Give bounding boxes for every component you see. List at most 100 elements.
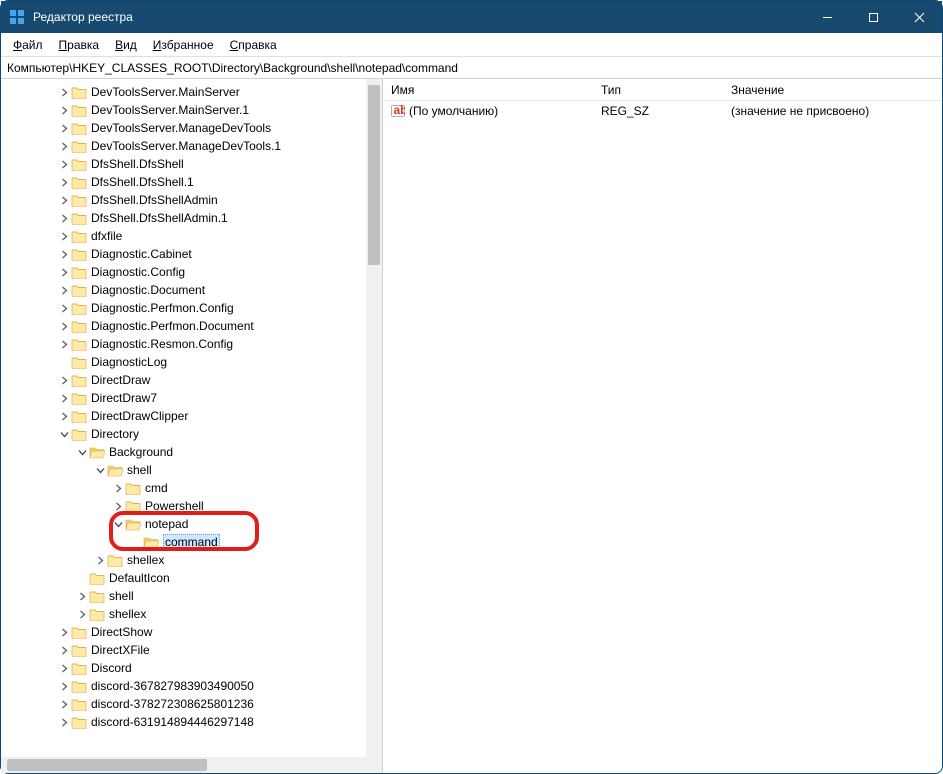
- tree-item[interactable]: Diagnostic.Perfmon.Document: [1, 317, 382, 335]
- menu-favorites[interactable]: Избранное: [145, 35, 222, 55]
- chevron-down-icon[interactable]: [111, 517, 125, 531]
- tree-item[interactable]: discord-367827983903490050: [1, 677, 382, 695]
- chevron-right-icon[interactable]: [57, 679, 71, 693]
- menu-file[interactable]: Файл: [5, 35, 51, 55]
- tree-item[interactable]: Diagnostic.Resmon.Config: [1, 335, 382, 353]
- tree-item[interactable]: notepad: [1, 515, 382, 533]
- tree-item[interactable]: DevToolsServer.MainServer.1: [1, 101, 382, 119]
- tree-scrollbar-horizontal[interactable]: [1, 757, 382, 773]
- tree-item[interactable]: Diagnostic.Config: [1, 263, 382, 281]
- tree-item[interactable]: Directory: [1, 425, 382, 443]
- folder-icon: [71, 229, 87, 243]
- chevron-right-icon[interactable]: [57, 391, 71, 405]
- chevron-right-icon[interactable]: [57, 319, 71, 333]
- tree-view[interactable]: DevToolsServer.MainServerDevToolsServer.…: [1, 79, 382, 757]
- menu-edit[interactable]: Правка: [51, 35, 108, 55]
- chevron-right-icon[interactable]: [93, 553, 107, 567]
- chevron-right-icon[interactable]: [57, 121, 71, 135]
- chevron-right-icon[interactable]: [57, 175, 71, 189]
- tree-item[interactable]: DfsShell.DfsShellAdmin.1: [1, 209, 382, 227]
- folder-icon: [71, 355, 87, 369]
- tree-item[interactable]: DfsShell.DfsShell.1: [1, 173, 382, 191]
- tree-item[interactable]: Powershell: [1, 497, 382, 515]
- chevron-right-icon[interactable]: [57, 625, 71, 639]
- chevron-right-icon[interactable]: [57, 139, 71, 153]
- list-body[interactable]: (По умолчанию)REG_SZ(значение не присвое…: [383, 101, 942, 121]
- chevron-right-icon[interactable]: [57, 247, 71, 261]
- list-row[interactable]: (По умолчанию)REG_SZ(значение не присвое…: [383, 101, 942, 121]
- tree-item-label: DefaultIcon: [109, 571, 170, 585]
- tree-item[interactable]: DirectDraw: [1, 371, 382, 389]
- chevron-right-icon[interactable]: [57, 301, 71, 315]
- tree-item[interactable]: DfsShell.DfsShellAdmin: [1, 191, 382, 209]
- chevron-right-icon[interactable]: [57, 229, 71, 243]
- maximize-button[interactable]: [850, 1, 896, 33]
- column-header-value[interactable]: Значение: [723, 83, 942, 97]
- menu-help[interactable]: Справка: [222, 35, 285, 55]
- tree-item[interactable]: DefaultIcon: [1, 569, 382, 587]
- chevron-right-icon[interactable]: [57, 283, 71, 297]
- tree-item[interactable]: Discord: [1, 659, 382, 677]
- column-header-name[interactable]: Имя: [383, 83, 593, 97]
- tree-item[interactable]: Diagnostic.Cabinet: [1, 245, 382, 263]
- tree-item[interactable]: DirectShow: [1, 623, 382, 641]
- chevron-right-icon[interactable]: [57, 337, 71, 351]
- tree-item[interactable]: DirectDraw7: [1, 389, 382, 407]
- tree-item-label: Background: [109, 445, 173, 459]
- tree-item[interactable]: DevToolsServer.MainServer: [1, 83, 382, 101]
- tree-item-label: DirectDraw7: [91, 391, 157, 405]
- scrollbar-thumb[interactable]: [7, 759, 207, 771]
- tree-item[interactable]: dfxfile: [1, 227, 382, 245]
- minimize-button[interactable]: [804, 1, 850, 33]
- chevron-down-icon[interactable]: [75, 445, 89, 459]
- tree-item[interactable]: Background: [1, 443, 382, 461]
- tree-item[interactable]: DevToolsServer.ManageDevTools.1: [1, 137, 382, 155]
- tree-item[interactable]: shellex: [1, 605, 382, 623]
- chevron-right-icon[interactable]: [57, 193, 71, 207]
- tree-item-label: discord-378272308625801236: [91, 697, 254, 711]
- expander-none: [57, 355, 71, 369]
- column-header-type[interactable]: Тип: [593, 83, 723, 97]
- tree-item[interactable]: cmd: [1, 479, 382, 497]
- chevron-right-icon[interactable]: [111, 481, 125, 495]
- chevron-right-icon[interactable]: [57, 211, 71, 225]
- chevron-down-icon[interactable]: [93, 463, 107, 477]
- tree-item[interactable]: shell: [1, 587, 382, 605]
- tree-scrollbar-vertical[interactable]: [366, 79, 382, 757]
- chevron-right-icon[interactable]: [57, 697, 71, 711]
- tree-item[interactable]: DevToolsServer.ManageDevTools: [1, 119, 382, 137]
- tree-item[interactable]: shell: [1, 461, 382, 479]
- chevron-right-icon[interactable]: [75, 607, 89, 621]
- chevron-down-icon[interactable]: [57, 427, 71, 441]
- chevron-right-icon[interactable]: [57, 157, 71, 171]
- chevron-right-icon[interactable]: [57, 103, 71, 117]
- tree-item[interactable]: DfsShell.DfsShell: [1, 155, 382, 173]
- scrollbar-thumb[interactable]: [368, 85, 380, 265]
- tree-item[interactable]: DirectXFile: [1, 641, 382, 659]
- tree-item[interactable]: shellex: [1, 551, 382, 569]
- chevron-right-icon[interactable]: [57, 661, 71, 675]
- tree-item-label: DirectShow: [91, 625, 152, 639]
- expander-none: [75, 571, 89, 585]
- tree-item-label: DirectDraw: [91, 373, 150, 387]
- tree-item[interactable]: command: [1, 533, 382, 551]
- tree-item[interactable]: Diagnostic.Document: [1, 281, 382, 299]
- chevron-right-icon[interactable]: [57, 643, 71, 657]
- chevron-right-icon[interactable]: [57, 373, 71, 387]
- close-button[interactable]: [896, 1, 942, 33]
- chevron-right-icon[interactable]: [57, 85, 71, 99]
- menu-view[interactable]: Вид: [107, 35, 145, 55]
- chevron-right-icon[interactable]: [57, 265, 71, 279]
- tree-item[interactable]: discord-378272308625801236: [1, 695, 382, 713]
- tree-item[interactable]: DiagnosticLog: [1, 353, 382, 371]
- tree-item-label: dfxfile: [91, 229, 122, 243]
- chevron-right-icon[interactable]: [57, 715, 71, 729]
- tree-item-label: Directory: [91, 427, 139, 441]
- chevron-right-icon[interactable]: [57, 409, 71, 423]
- tree-item[interactable]: discord-631914894446297148: [1, 713, 382, 731]
- chevron-right-icon[interactable]: [75, 589, 89, 603]
- tree-item[interactable]: Diagnostic.Perfmon.Config: [1, 299, 382, 317]
- chevron-right-icon[interactable]: [111, 499, 125, 513]
- address-bar[interactable]: Компьютер\HKEY_CLASSES_ROOT\Directory\Ba…: [1, 57, 942, 79]
- tree-item[interactable]: DirectDrawClipper: [1, 407, 382, 425]
